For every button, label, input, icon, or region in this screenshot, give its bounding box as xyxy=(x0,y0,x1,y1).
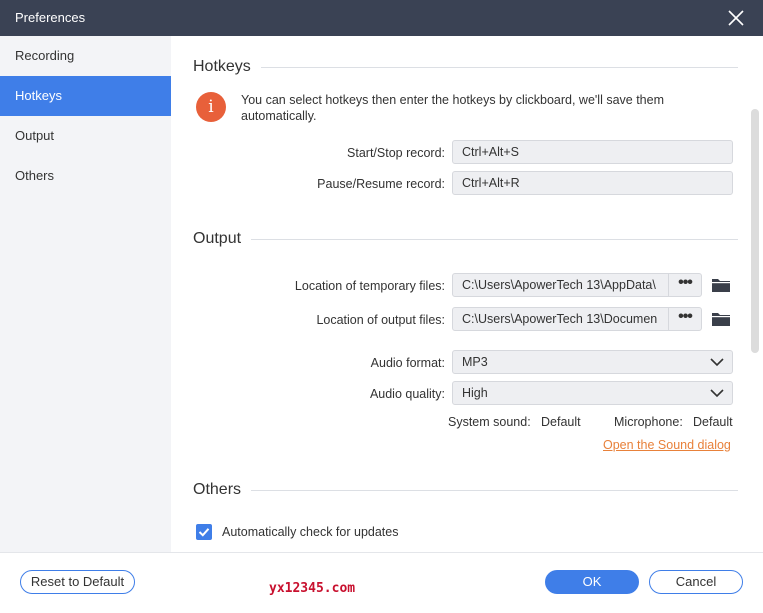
close-icon[interactable] xyxy=(726,8,746,28)
audio-format-value: MP3 xyxy=(462,355,488,369)
ok-button[interactable]: OK xyxy=(545,570,639,594)
settings-panel: Hotkeys i You can select hotkeys then en… xyxy=(171,36,763,552)
system-sound-value: Default xyxy=(541,415,581,429)
chevron-down-icon xyxy=(710,358,724,367)
start-stop-label: Start/Stop record: xyxy=(347,146,445,160)
checkmark-icon xyxy=(198,528,210,537)
window-title: Preferences xyxy=(15,10,86,25)
vertical-scrollbar[interactable] xyxy=(751,109,759,353)
temp-files-label: Location of temporary files: xyxy=(294,279,445,293)
pause-resume-label: Pause/Resume record: xyxy=(317,177,445,191)
output-files-path-field[interactable]: C:\Users\ApowerTech 13\Documen xyxy=(452,307,669,331)
output-section-title: Output xyxy=(193,230,252,248)
chevron-down-icon xyxy=(710,389,724,398)
auto-update-checkbox[interactable] xyxy=(196,524,212,540)
cancel-button[interactable]: Cancel xyxy=(649,570,743,594)
system-sound-label: System sound: xyxy=(448,415,531,429)
reset-to-default-button[interactable]: Reset to Default xyxy=(20,570,135,594)
output-files-browse-button[interactable]: ••• xyxy=(668,307,702,331)
sidebar-item-output[interactable]: Output xyxy=(0,116,171,156)
pause-resume-hotkey-field[interactable]: Ctrl+Alt+R xyxy=(452,171,733,195)
audio-quality-select[interactable]: High xyxy=(452,381,733,405)
output-files-label: Location of output files: xyxy=(316,313,445,327)
hotkeys-section-title: Hotkeys xyxy=(193,58,261,76)
sidebar: Recording Hotkeys Output Others xyxy=(0,36,171,552)
sidebar-item-hotkeys[interactable]: Hotkeys xyxy=(0,76,171,116)
audio-quality-label: Audio quality: xyxy=(369,387,445,401)
hotkeys-info-text: You can select hotkeys then enter the ho… xyxy=(241,93,664,123)
audio-format-label: Audio format: xyxy=(370,356,445,370)
auto-update-label: Automatically check for updates xyxy=(222,525,399,539)
watermark-text: yx12345.com xyxy=(269,581,356,596)
temp-files-path-field[interactable]: C:\Users\ApowerTech 13\AppData\ xyxy=(452,273,669,297)
folder-icon[interactable] xyxy=(711,277,731,293)
audio-format-select[interactable]: MP3 xyxy=(452,350,733,374)
dialog-footer: Reset to Default yx12345.com OK Cancel xyxy=(0,552,763,613)
sidebar-item-recording[interactable]: Recording xyxy=(0,36,171,76)
section-divider xyxy=(193,490,738,491)
temp-files-browse-button[interactable]: ••• xyxy=(668,273,702,297)
start-stop-hotkey-field[interactable]: Ctrl+Alt+S xyxy=(452,140,733,164)
folder-icon[interactable] xyxy=(711,311,731,327)
others-section-title: Others xyxy=(193,481,252,499)
info-icon: i xyxy=(196,92,226,122)
microphone-label: Microphone: xyxy=(614,415,683,429)
section-divider xyxy=(193,239,738,240)
section-divider xyxy=(193,67,738,68)
open-sound-dialog-link[interactable]: Open the Sound dialog xyxy=(603,438,731,452)
title-bar: Preferences xyxy=(0,0,763,36)
microphone-value: Default xyxy=(693,415,733,429)
audio-quality-value: High xyxy=(462,386,488,400)
sidebar-item-others[interactable]: Others xyxy=(0,156,171,196)
